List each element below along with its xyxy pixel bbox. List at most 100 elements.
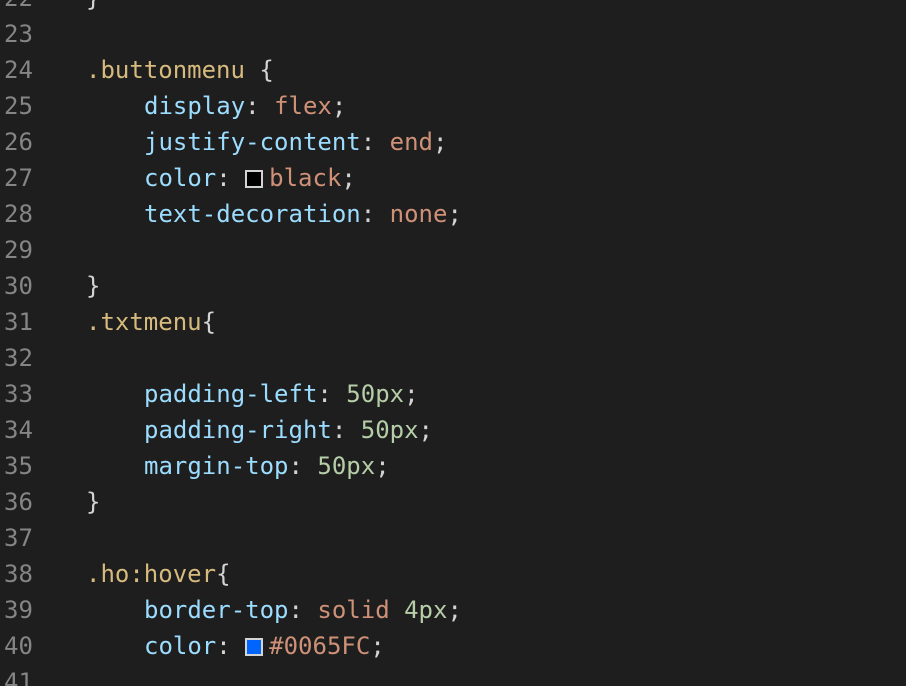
code-line[interactable]: 35 margin-top: 50px; bbox=[0, 448, 906, 484]
token-punc: } bbox=[86, 488, 101, 516]
token-punc: : bbox=[245, 92, 275, 120]
line-number: 40 bbox=[4, 632, 33, 660]
token-prop: padding-left bbox=[144, 380, 318, 408]
code-lines: 22}2324.buttonmenu {25display: flex;26ju… bbox=[0, 0, 906, 686]
line-content: .ho:hover{ bbox=[64, 556, 231, 592]
line-content: margin-top: 50px; bbox=[64, 448, 390, 484]
line-number: 39 bbox=[4, 596, 33, 624]
line-number: 35 bbox=[4, 452, 33, 480]
color-swatch[interactable] bbox=[245, 638, 264, 656]
color-swatch[interactable] bbox=[245, 170, 264, 188]
code-editor[interactable]: 22}2324.buttonmenu {25display: flex;26ju… bbox=[0, 0, 906, 686]
line-number: 23 bbox=[4, 20, 33, 48]
token-val: flex bbox=[274, 92, 332, 120]
token-punc: ; bbox=[331, 92, 347, 120]
token-punc: { bbox=[244, 56, 274, 84]
token-punc: } bbox=[86, 272, 101, 300]
token-num: 4px bbox=[404, 596, 448, 624]
code-line[interactable]: 36} bbox=[0, 484, 906, 520]
token-punc: ; bbox=[341, 164, 356, 192]
token-prop: color bbox=[144, 632, 217, 660]
code-line[interactable]: 32 bbox=[0, 340, 906, 376]
code-line[interactable]: 23 bbox=[0, 16, 906, 52]
code-line[interactable]: 28 text-decoration: none; bbox=[0, 196, 906, 232]
token-sel: .ho bbox=[86, 560, 130, 588]
line-number: 41 bbox=[4, 668, 33, 686]
code-line[interactable]: 22} bbox=[0, 0, 906, 16]
code-line[interactable]: 40 color: #0065FC; bbox=[0, 628, 906, 664]
line-number: 31 bbox=[4, 308, 33, 336]
code-line[interactable]: 37 bbox=[0, 520, 906, 556]
token-prop: margin-top bbox=[144, 452, 289, 480]
code-line[interactable]: 38 .ho:hover{ bbox=[0, 556, 906, 592]
line-content: } bbox=[64, 484, 100, 520]
token-punc: : bbox=[288, 596, 318, 624]
line-number: 27 bbox=[4, 164, 33, 192]
line-number: 25 bbox=[4, 92, 33, 120]
token-prop: padding-right bbox=[144, 416, 332, 444]
line-number: 28 bbox=[4, 200, 33, 228]
token-punc: ; bbox=[447, 200, 462, 228]
code-line[interactable]: 34 padding-right: 50px; bbox=[0, 412, 906, 448]
token-val: black bbox=[269, 164, 342, 192]
line-content: display: flex; bbox=[64, 88, 346, 124]
code-line[interactable]: 33 padding-left: 50px; bbox=[0, 376, 906, 412]
code-line[interactable]: 29 bbox=[0, 232, 906, 268]
token-num: 50px bbox=[317, 452, 376, 480]
token-punc: { bbox=[201, 308, 217, 336]
token-punc: ; bbox=[404, 380, 419, 408]
line-content: } bbox=[64, 268, 100, 304]
token-val: solid bbox=[317, 596, 390, 624]
line-number: 22 bbox=[0, 0, 64, 16]
token-punc: } bbox=[86, 0, 100, 12]
code-line[interactable]: 26 justify-content: end; bbox=[0, 124, 906, 160]
token-prop: display bbox=[144, 92, 246, 120]
token-val: none bbox=[389, 200, 448, 228]
line-number: 24 bbox=[4, 56, 33, 84]
code-line[interactable]: 31 .txtmenu{ bbox=[0, 304, 906, 340]
token-val: end bbox=[389, 128, 434, 156]
line-content: border-top: solid 4px; bbox=[64, 592, 462, 628]
code-line[interactable]: 41 bbox=[0, 664, 906, 686]
line-content: .buttonmenu { bbox=[64, 52, 274, 88]
token-punc: ; bbox=[370, 632, 385, 660]
token-prop: justify-content bbox=[144, 128, 361, 156]
token-punc: : bbox=[216, 632, 246, 660]
token-prop: border-top bbox=[144, 596, 289, 624]
line-content: .txtmenu{ bbox=[64, 304, 216, 340]
line-number: 38 bbox=[4, 560, 33, 588]
token-punc: : bbox=[331, 416, 361, 444]
token-punc: ; bbox=[418, 416, 433, 444]
line-number: 33 bbox=[4, 380, 33, 408]
token-punc: : bbox=[360, 128, 390, 156]
code-line[interactable]: 25 display: flex; bbox=[0, 88, 906, 124]
line-number: 30 bbox=[4, 272, 33, 300]
code-line[interactable]: 30} bbox=[0, 268, 906, 304]
token-sel: :hover bbox=[129, 560, 217, 588]
code-line[interactable]: 24 .buttonmenu { bbox=[0, 52, 906, 88]
token-punc: ; bbox=[447, 596, 462, 624]
code-line[interactable]: 39 border-top: solid 4px; bbox=[0, 592, 906, 628]
token-punc: : bbox=[317, 380, 347, 408]
token-punc: : bbox=[360, 200, 390, 228]
line-number: 34 bbox=[4, 416, 33, 444]
token-sel: .txtmenu bbox=[86, 308, 202, 336]
token-punc bbox=[390, 596, 404, 624]
line-content: justify-content: end; bbox=[64, 124, 447, 160]
line-content: } bbox=[64, 0, 100, 16]
line-content: padding-left: 50px; bbox=[64, 376, 419, 412]
code-line[interactable]: 27 color: black; bbox=[0, 160, 906, 196]
line-number: 29 bbox=[4, 236, 33, 264]
token-prop: text-decoration bbox=[144, 200, 361, 228]
token-val: #0065FC bbox=[269, 632, 371, 660]
token-sel: .buttonmenu bbox=[86, 56, 245, 84]
token-punc: { bbox=[216, 560, 231, 588]
token-punc: : bbox=[288, 452, 318, 480]
line-content: color: black; bbox=[64, 160, 356, 196]
line-number: 36 bbox=[4, 488, 33, 516]
line-number: 32 bbox=[4, 344, 33, 372]
line-number: 26 bbox=[4, 128, 33, 156]
token-num: 50px bbox=[346, 380, 405, 408]
token-num: 50px bbox=[360, 416, 419, 444]
line-number: 37 bbox=[4, 524, 33, 552]
